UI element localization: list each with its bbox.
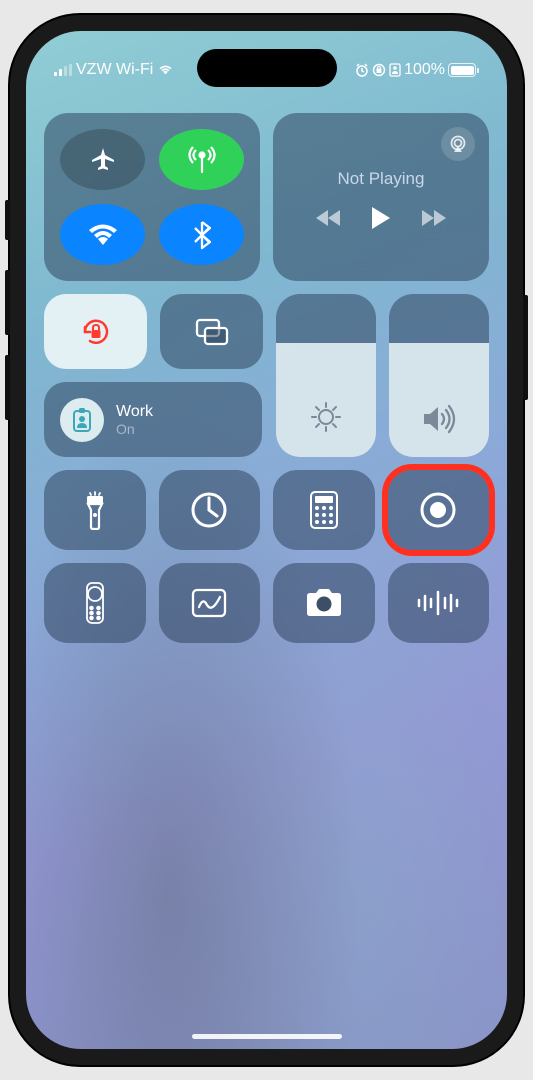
screen-mirroring-button[interactable]: [160, 294, 263, 369]
calculator-icon: [310, 491, 338, 529]
voice-memos-button[interactable]: [388, 563, 490, 643]
forward-button[interactable]: [420, 208, 448, 228]
focus-label: Work: [116, 403, 153, 421]
battery-label: 100%: [404, 61, 445, 79]
speaker-icon: [421, 403, 457, 435]
freeform-icon: [190, 587, 228, 619]
power-button: [523, 295, 528, 400]
bluetooth-icon: [193, 220, 211, 250]
carrier-label: VZW Wi-Fi: [76, 61, 153, 79]
signal-icon: [54, 64, 72, 76]
home-indicator[interactable]: [192, 1034, 342, 1039]
camera-icon: [303, 587, 345, 619]
timer-icon: [189, 490, 229, 530]
flashlight-icon: [84, 490, 106, 530]
freeform-button[interactable]: [159, 563, 261, 643]
orientation-lock-button[interactable]: [44, 294, 147, 369]
connectivity-group[interactable]: [44, 113, 260, 281]
volume-slider[interactable]: [389, 294, 489, 457]
camera-button[interactable]: [273, 563, 375, 643]
rotation-lock-icon: [77, 313, 115, 351]
airplane-mode-button[interactable]: [60, 129, 145, 190]
bluetooth-button[interactable]: [159, 204, 244, 265]
timer-button[interactable]: [159, 470, 261, 550]
waveform-icon: [415, 589, 461, 617]
mirroring-icon: [194, 317, 230, 347]
brightness-icon: [308, 399, 344, 435]
flashlight-button[interactable]: [44, 470, 146, 550]
screen-record-button[interactable]: [388, 470, 490, 550]
antenna-icon: [185, 143, 219, 177]
airplay-icon: [448, 135, 468, 153]
screen: VZW Wi-Fi: [26, 31, 507, 1049]
volume-down-button: [5, 355, 10, 420]
remote-icon: [85, 581, 105, 625]
rewind-button[interactable]: [314, 208, 342, 228]
media-controls-tile[interactable]: Not Playing: [273, 113, 489, 281]
wifi-icon: [86, 222, 120, 248]
focus-icon-wrap: [60, 398, 104, 442]
airplane-icon: [88, 145, 118, 175]
dynamic-island: [197, 49, 337, 87]
silent-switch: [5, 200, 10, 240]
focus-button[interactable]: Work On: [44, 382, 262, 457]
calculator-button[interactable]: [273, 470, 375, 550]
wifi-button[interactable]: [60, 204, 145, 265]
focus-status: On: [116, 421, 153, 437]
airplay-button[interactable]: [441, 127, 475, 161]
record-icon: [418, 490, 458, 530]
orientation-lock-icon: [372, 63, 386, 77]
apple-tv-remote-button[interactable]: [44, 563, 146, 643]
wifi-status-icon: [157, 64, 174, 76]
media-title: Not Playing: [338, 169, 425, 189]
brightness-slider[interactable]: [276, 294, 376, 457]
volume-up-button: [5, 270, 10, 335]
battery-icon: [448, 63, 479, 77]
cellular-data-button[interactable]: [159, 129, 244, 190]
alarm-icon: [355, 63, 369, 77]
play-button[interactable]: [370, 205, 392, 231]
phone-frame: VZW Wi-Fi: [10, 15, 523, 1065]
badge-icon: [70, 406, 94, 434]
contact-icon: [389, 63, 401, 77]
